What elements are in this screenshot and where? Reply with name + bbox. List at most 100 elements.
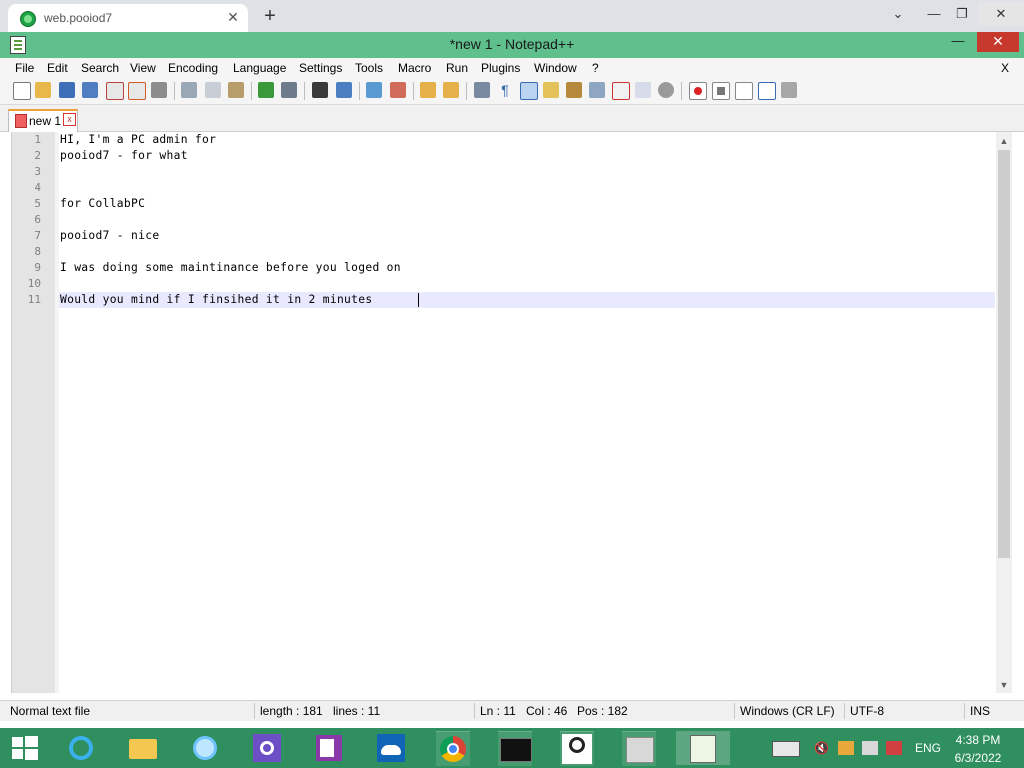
browser-restore-button[interactable]: ❐ xyxy=(948,2,976,26)
record-macro-icon[interactable] xyxy=(689,82,707,100)
text-editor[interactable] xyxy=(11,132,997,693)
document-map-icon[interactable] xyxy=(566,82,582,98)
function-list-icon[interactable] xyxy=(589,82,605,98)
clock-time[interactable]: 4:38 PM xyxy=(948,733,1008,747)
folder-as-workspace-icon[interactable] xyxy=(612,82,630,100)
magnifier-icon[interactable] xyxy=(560,731,594,766)
menu-macro[interactable]: Macro xyxy=(398,61,431,75)
toolbar: ¶ xyxy=(0,78,1024,105)
editor-line: pooiod7 - for what xyxy=(60,149,188,162)
show-all-characters-icon[interactable]: ¶ xyxy=(497,82,513,98)
line-number: 11 xyxy=(27,293,41,306)
save-all-icon[interactable] xyxy=(82,82,98,98)
toolbar-separator xyxy=(304,82,305,100)
menu-search[interactable]: Search xyxy=(81,61,119,75)
menu-encoding[interactable]: Encoding xyxy=(168,61,218,75)
editor-line: HI, I'm a PC admin for xyxy=(60,133,217,146)
menu-help[interactable]: ? xyxy=(592,61,599,75)
input-language-indicator[interactable]: ENG xyxy=(915,741,941,755)
monitoring-icon[interactable] xyxy=(635,82,651,98)
new-file-icon[interactable] xyxy=(13,82,31,100)
media-app-icon[interactable] xyxy=(622,731,656,766)
volume-muted-icon[interactable]: 🔇 xyxy=(814,741,830,755)
menu-window[interactable]: Window xyxy=(534,61,577,75)
print-icon[interactable] xyxy=(151,82,167,98)
menu-language[interactable]: Language xyxy=(233,61,286,75)
onenote-icon[interactable] xyxy=(312,731,346,765)
scrollbar-thumb[interactable] xyxy=(998,150,1010,558)
line-number: 1 xyxy=(34,133,41,146)
status-lines: lines : 11 xyxy=(333,704,381,718)
editor-line-current: Would you mind if I finsihed it in 2 min… xyxy=(60,293,380,306)
stop-macro-icon[interactable] xyxy=(712,82,730,100)
document-tab-new-1[interactable]: new 1 x xyxy=(8,109,78,132)
copy-icon[interactable] xyxy=(205,82,221,98)
status-separator xyxy=(254,703,255,719)
status-eol-format[interactable]: Windows (CR LF) xyxy=(740,704,835,718)
sync-horizontal-icon[interactable] xyxy=(443,82,459,98)
new-tab-button[interactable]: + xyxy=(260,6,280,26)
window-minimize-button[interactable]: — xyxy=(944,32,972,52)
line-number: 9 xyxy=(34,261,41,274)
menu-file[interactable]: File xyxy=(15,61,34,75)
network-icon[interactable] xyxy=(862,741,878,755)
close-file-icon[interactable] xyxy=(106,82,124,100)
save-macro-icon[interactable] xyxy=(781,82,797,98)
scroll-up-arrow-icon[interactable]: ▲ xyxy=(996,134,1012,148)
menu-edit[interactable]: Edit xyxy=(47,61,68,75)
browser-minimize-button[interactable]: — xyxy=(920,2,948,26)
close-all-icon[interactable] xyxy=(128,82,146,100)
menu-tools[interactable]: Tools xyxy=(355,61,383,75)
clock-date[interactable]: 6/3/2022 xyxy=(948,751,1008,765)
browser-tab-close-icon[interactable]: ✕ xyxy=(224,8,242,26)
indent-guide-icon[interactable] xyxy=(520,82,538,100)
editor-line: I was doing some maintinance before you … xyxy=(60,261,401,274)
onedrive-icon[interactable] xyxy=(374,731,408,765)
menu-run[interactable]: Run xyxy=(446,61,468,75)
internet-explorer-icon[interactable] xyxy=(64,731,98,765)
chrome-icon[interactable] xyxy=(436,731,470,766)
status-insert-mode[interactable]: INS xyxy=(970,704,990,718)
play-macro-icon[interactable] xyxy=(735,82,753,100)
start-button-windows-icon[interactable] xyxy=(8,731,42,765)
command-prompt-icon[interactable] xyxy=(498,731,532,766)
notepad-plus-plus-taskbar-icon[interactable] xyxy=(676,731,730,765)
undo-icon[interactable] xyxy=(258,82,274,98)
document-tab-label: new 1 xyxy=(29,114,62,128)
monitor-eye-icon[interactable] xyxy=(658,82,674,98)
scroll-down-arrow-icon[interactable]: ▼ xyxy=(996,678,1012,692)
action-center-flag-icon[interactable] xyxy=(838,741,854,755)
run-macro-multiple-icon[interactable] xyxy=(758,82,776,100)
file-explorer-icon[interactable] xyxy=(126,731,160,765)
menu-view[interactable]: View xyxy=(130,61,156,75)
browser-close-button[interactable]: ✕ xyxy=(978,2,1024,26)
replace-icon[interactable] xyxy=(336,82,352,98)
power-status-icon[interactable] xyxy=(886,741,902,755)
document-tab-close-icon[interactable]: x xyxy=(63,113,76,126)
user-defined-language-icon[interactable] xyxy=(543,82,559,98)
toolbar-separator xyxy=(466,82,467,100)
menu-settings[interactable]: Settings xyxy=(299,61,342,75)
word-wrap-icon[interactable] xyxy=(474,82,490,98)
menu-plugins[interactable]: Plugins xyxy=(481,61,520,75)
save-icon[interactable] xyxy=(59,82,75,98)
redo-icon[interactable] xyxy=(281,82,297,98)
status-length: length : 181 xyxy=(260,704,323,718)
open-file-icon[interactable] xyxy=(35,82,51,98)
find-icon[interactable] xyxy=(312,82,328,98)
weather-app-icon[interactable] xyxy=(188,731,222,765)
status-encoding[interactable]: UTF-8 xyxy=(850,704,884,718)
touch-keyboard-icon[interactable] xyxy=(772,741,800,757)
settings-gear-icon[interactable] xyxy=(250,731,284,765)
window-close-button[interactable]: ✕ xyxy=(977,32,1019,52)
tab-list-chevron-icon[interactable]: ⌄ xyxy=(884,2,912,26)
sync-vertical-icon[interactable] xyxy=(420,82,436,98)
zoom-out-icon[interactable] xyxy=(390,82,406,98)
status-separator xyxy=(734,703,735,719)
zoom-in-icon[interactable] xyxy=(366,82,382,98)
unsaved-file-icon xyxy=(15,114,27,128)
cut-icon[interactable] xyxy=(181,82,197,98)
close-document-button[interactable]: X xyxy=(1001,61,1009,75)
browser-tab[interactable]: web.pooiod7 ✕ xyxy=(8,4,248,32)
paste-icon[interactable] xyxy=(228,82,244,98)
